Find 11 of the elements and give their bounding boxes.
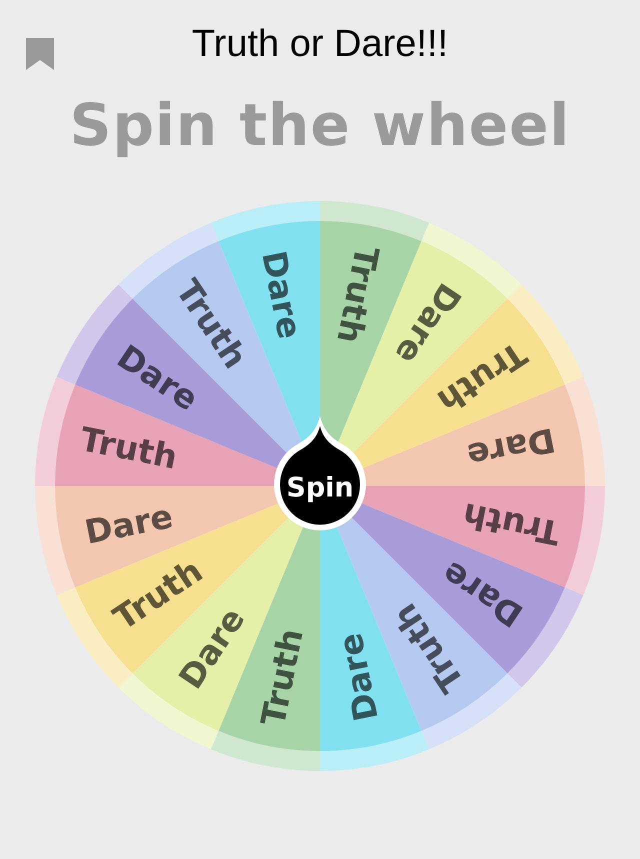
- bookmark-icon[interactable]: [23, 38, 57, 72]
- app-title: Truth or Dare!!!: [192, 22, 448, 66]
- segment-label: Truth: [253, 625, 311, 730]
- segment-label: Truth: [459, 495, 564, 553]
- segment-label: Truth: [76, 419, 181, 477]
- segment-label: Dare: [330, 630, 386, 724]
- spin-button[interactable]: Spin: [274, 416, 366, 530]
- segment-label: Truth: [329, 242, 387, 347]
- segment-label: Dare: [254, 248, 310, 342]
- segment-label: Dare: [82, 496, 176, 552]
- segment-label: Dare: [464, 420, 558, 476]
